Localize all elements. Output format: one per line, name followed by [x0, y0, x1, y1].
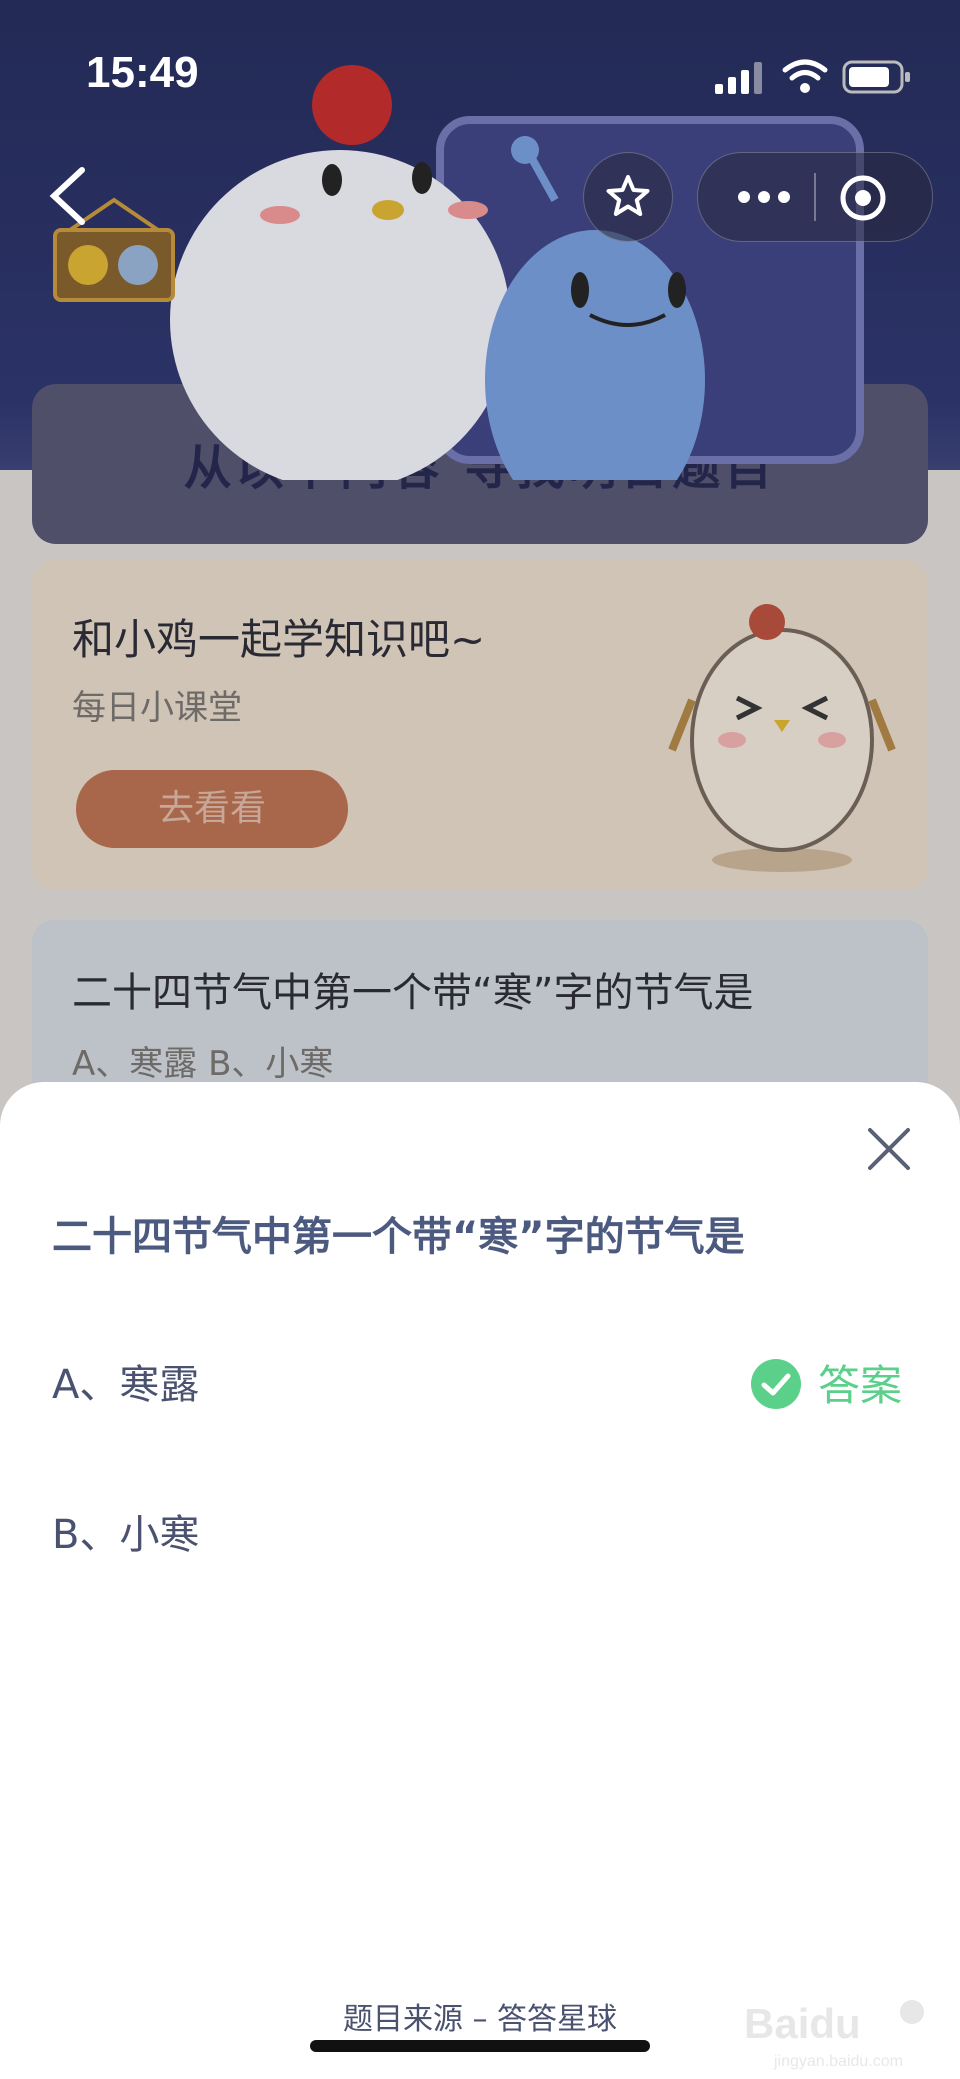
battery-icon [842, 60, 910, 94]
watermark-logo: Baidu jingyan.baidu.com [744, 2000, 924, 2070]
answer-label: 答案 [818, 1361, 903, 1410]
sheet-question: 二十四节气中第一个带“寒”字的节气是 [52, 1214, 745, 1260]
more-dots-icon[interactable] [734, 179, 794, 215]
answer-sheet: 二十四节气中第一个带“寒”字的节气是 A、寒露 答案 B、小寒 题目来源 – 答… [0, 1082, 960, 2079]
svg-text:jingyan.baidu.com: jingyan.baidu.com [773, 2053, 903, 2070]
lesson-card-subtitle: 每日小课堂 [72, 688, 242, 728]
mini-program-capsule [697, 152, 933, 242]
wifi-icon [782, 59, 828, 93]
svg-text:Baidu: Baidu [744, 2000, 861, 2047]
home-indicator[interactable] [310, 2040, 650, 2052]
chick-mascot-icon [668, 604, 896, 872]
question-card-title: 二十四节气中第一个带“寒”字的节气是 [72, 970, 754, 1016]
lesson-card-title: 和小鸡一起学知识吧~ [72, 615, 486, 664]
lesson-card[interactable]: 和小鸡一起学知识吧~ 每日小课堂 去看看 [32, 560, 928, 890]
option-b[interactable]: B、小寒 [52, 1502, 199, 1560]
close-icon[interactable] [866, 1126, 912, 1172]
chevron-left-icon[interactable] [44, 166, 94, 226]
star-icon [606, 175, 650, 216]
option-a[interactable]: A、寒露 [52, 1352, 199, 1410]
status-bar: 15:49 [0, 0, 960, 150]
cellular-signal-icon [715, 62, 762, 94]
check-circle-icon [751, 1359, 801, 1409]
question-card-options: A、寒露 B、小寒 [72, 1044, 334, 1084]
target-icon[interactable] [838, 173, 888, 223]
status-time: 15:49 [86, 48, 199, 97]
go-see-button[interactable]: 去看看 [76, 770, 348, 848]
capsule-divider [814, 173, 816, 221]
favorite-button[interactable] [583, 152, 673, 242]
